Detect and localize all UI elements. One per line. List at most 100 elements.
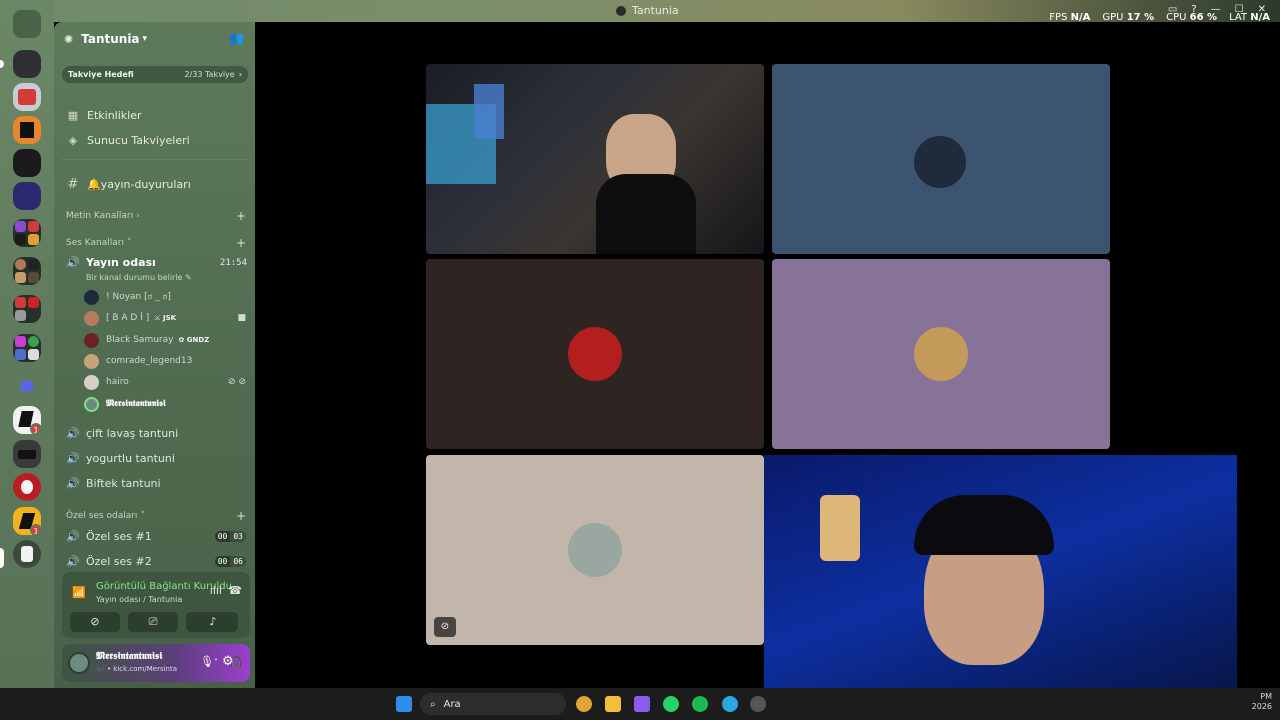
chrome-icon[interactable]: [576, 696, 592, 712]
voice-member[interactable]: ! Noyan [ಠ _ ಠ]: [84, 289, 246, 305]
server-icon-7[interactable]: [13, 440, 41, 468]
direct-messages-icon[interactable]: [13, 10, 41, 38]
server-icon-2[interactable]: [13, 83, 41, 111]
voice-channel-ozel-1[interactable]: 🔊 Özel ses #1 00 03: [66, 527, 246, 545]
voice-channel-name: Yayın odası: [86, 256, 156, 269]
member-name: comrade_legend13: [106, 356, 193, 366]
fps-value: N/A: [1070, 12, 1091, 23]
avatar[interactable]: [68, 652, 90, 674]
copilot-icon[interactable]: [634, 696, 650, 712]
add-channel-icon[interactable]: +: [236, 236, 246, 250]
taskbar-search[interactable]: ⌕ Ara: [420, 693, 566, 715]
gpu-label: GPU: [1102, 12, 1124, 23]
voice-channel-name: Özel ses #2: [86, 554, 152, 568]
settings-gear-icon[interactable]: ⚙: [222, 654, 234, 669]
server-icon-1[interactable]: [13, 50, 41, 78]
member-tag-text: JSK: [162, 314, 177, 322]
spotify-icon[interactable]: [692, 696, 708, 712]
events-label: Etkinlikler: [87, 108, 142, 122]
noise-suppression-icon[interactable]: ılıl: [210, 584, 222, 597]
speaker-icon: 🔊: [66, 426, 80, 440]
edge-icon[interactable]: [722, 696, 738, 712]
server-icon-4[interactable]: [13, 149, 41, 177]
chevron-down-icon: ▾: [142, 34, 148, 44]
voice-member[interactable]: hairo ⊘ ⊘: [84, 374, 246, 390]
cpu-value: 66 %: [1189, 12, 1218, 23]
window-title-text: Tantunia: [632, 4, 679, 17]
voice-channel-ozel-2[interactable]: 🔊 Özel ses #2 00 06: [66, 552, 246, 570]
server-folder-3[interactable]: [13, 295, 41, 323]
screen-share-button[interactable]: ⎚: [128, 612, 178, 632]
soundboard-button[interactable]: ♪: [188, 612, 238, 632]
server-folder-1[interactable]: [13, 219, 41, 247]
category-text-channels[interactable]: Metin Kanalları › +: [66, 209, 246, 223]
voice-member[interactable]: comrade_legend13: [84, 353, 246, 369]
voice-channel-cift-lavas[interactable]: 🔊 çift lavaş tantuni: [66, 424, 246, 442]
channel-label: 🔔yayın-duyuruları: [87, 177, 191, 191]
user-limit-badge: 00 06: [214, 555, 246, 567]
avatar: [84, 310, 99, 326]
server-icon-tantunia[interactable]: [13, 540, 41, 568]
performance-overlay: FPS N/A GPU 17 % CPU 66 % LAT N/A: [1049, 12, 1270, 23]
avatar: [84, 396, 99, 412]
voice-channel-biftek[interactable]: 🔊 Biftek tantuni: [66, 474, 246, 492]
member-name: [ B A D İ ]: [106, 313, 150, 323]
video-tile-user-4[interactable]: ⊘: [426, 455, 764, 645]
voice-connection-location[interactable]: Yayın odası / Tantunia: [96, 595, 182, 604]
lat-label: LAT: [1229, 12, 1248, 23]
server-icon-8[interactable]: [13, 473, 41, 501]
voice-channel-yayin-odasi[interactable]: 🔊 Yayın odası 21:54 Bir kanal durumu bel…: [60, 254, 250, 288]
calendar-icon: ▦: [67, 108, 79, 122]
user-count: 00: [214, 555, 231, 567]
server-icon-9[interactable]: 1: [13, 507, 41, 535]
events-item[interactable]: ▦ Etkinlikler: [66, 106, 142, 124]
app-icon[interactable]: [750, 696, 766, 712]
microphone-icon[interactable]: 🎙: [200, 655, 214, 668]
windows-start-icon[interactable]: [396, 696, 412, 712]
channel-yayin-duyurulari[interactable]: # 🔔yayın-duyuruları: [66, 175, 191, 193]
boost-goal-label: Takviye Hedefi: [68, 70, 134, 79]
voice-member[interactable]: [ B A D İ ] ⚔ JSK ■: [84, 310, 246, 326]
member-name: 𝕸𝖊𝖗𝖘𝖎𝖓𝖙𝖆𝖓𝖙𝖚𝖓𝖎𝖘𝖎: [106, 399, 166, 409]
category-private-voice[interactable]: Özel ses odaları ˅ +: [66, 509, 246, 523]
server-icon-5[interactable]: [13, 182, 41, 210]
video-tile-stream[interactable]: [426, 64, 764, 254]
video-tile-user-2[interactable]: [426, 259, 764, 449]
channel-sidebar: ✺ Tantunia ▾ 👥 Takviye Hedefi 2/33 Takvi…: [54, 22, 255, 688]
avatar: [914, 327, 968, 381]
category-label: Ses Kanalları: [66, 238, 124, 248]
folder-icon[interactable]: [21, 381, 33, 391]
add-channel-icon[interactable]: +: [236, 209, 246, 223]
category-label: Metin Kanalları: [66, 211, 134, 221]
file-explorer-icon[interactable]: [605, 696, 621, 712]
server-name: Tantunia: [81, 32, 140, 46]
voice-member[interactable]: 𝕸𝖊𝖗𝖘𝖎𝖓𝖙𝖆𝖓𝖙𝖚𝖓𝖎𝖘𝖎: [84, 396, 246, 412]
hash-icon: #: [67, 176, 79, 192]
server-folder-2[interactable]: [13, 257, 41, 285]
server-header[interactable]: ✺ Tantunia ▾ 👥: [64, 30, 248, 48]
camera-icon: ■: [237, 313, 246, 323]
server-folder-4[interactable]: [13, 334, 41, 362]
system-tray-clock[interactable]: PM 2026: [1252, 692, 1272, 712]
camera-toggle-button[interactable]: ⊘: [70, 612, 120, 632]
search-icon: ⌕: [430, 698, 436, 710]
voice-channel-yogurtlu[interactable]: 🔊 yogurtlu tantuni: [66, 449, 246, 467]
video-tile-user-1[interactable]: [772, 64, 1110, 254]
category-voice-channels[interactable]: Ses Kanalları ˅ +: [66, 236, 246, 250]
add-channel-icon[interactable]: +: [236, 509, 246, 523]
user-name[interactable]: 𝕸𝖊𝖗𝖘𝖎𝖓𝖙𝖆𝖓𝖙𝖚𝖓𝖎𝖘𝖎: [96, 651, 162, 662]
video-tile-user-3[interactable]: [772, 259, 1110, 449]
user-limit-badge: 00 03: [214, 530, 246, 542]
server-icon-6[interactable]: 1: [13, 406, 41, 434]
camera-off-icon: ⊘: [90, 615, 100, 628]
disconnect-icon[interactable]: ☎: [228, 584, 242, 597]
boosts-item[interactable]: ◈ Sunucu Takviyeleri: [66, 131, 190, 149]
channel-status-text: Bir kanal durumu belirle: [86, 273, 183, 282]
server-icon-3[interactable]: [13, 116, 41, 144]
voice-member[interactable]: Black Samuray ✿ GNDZ: [84, 332, 246, 348]
channel-status-prompt[interactable]: Bir kanal durumu belirle ✎: [86, 273, 192, 282]
invite-icon[interactable]: 👥: [229, 31, 244, 45]
boost-goal-bar[interactable]: Takviye Hedefi 2/33 Takviye ›: [62, 66, 248, 83]
whatsapp-icon[interactable]: [663, 696, 679, 712]
chevron-down-icon[interactable]: ˅: [214, 658, 218, 667]
